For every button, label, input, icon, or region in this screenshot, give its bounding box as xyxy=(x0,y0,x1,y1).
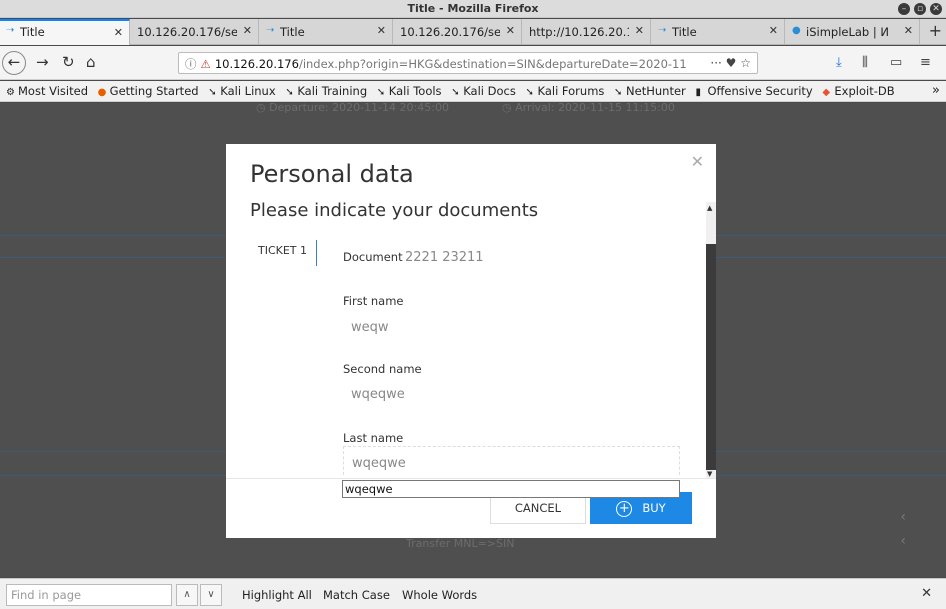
bookmark-kali-training[interactable]: ➘ Kali Training xyxy=(285,84,367,98)
bookmark-exploit-db[interactable]: ◆ Exploit-DB xyxy=(822,84,894,98)
kali-icon: ➘ xyxy=(451,87,460,98)
firefox-icon: ● xyxy=(97,87,107,98)
tab-close-icon[interactable]: ✕ xyxy=(114,26,123,39)
close-icon[interactable]: ✕ xyxy=(691,152,704,171)
back-button[interactable]: ← xyxy=(2,51,26,75)
scroll-down-icon[interactable]: ▼ xyxy=(707,470,712,478)
first-name-field[interactable]: weqw xyxy=(351,320,389,335)
new-tab-button[interactable]: + xyxy=(929,21,942,40)
document-field[interactable]: 2221 23211 xyxy=(405,250,484,265)
tab-server-1[interactable]: 10.126.20.176/ser ✕ xyxy=(131,19,259,45)
kali-tab-icon: ➝ xyxy=(6,25,15,36)
bookmark-kali-linux[interactable]: ➘ Kali Linux xyxy=(208,84,275,98)
scroll-up-icon[interactable]: ▲ xyxy=(707,204,712,212)
last-name-field[interactable]: wqeqwe xyxy=(343,446,680,477)
divider xyxy=(226,478,716,479)
bookmarks-toolbar: ⚙ Most Visited ● Getting Started ➘ Kali Lin… xyxy=(0,81,946,102)
close-find-icon[interactable]: ✕ xyxy=(921,586,932,601)
tab-isimplelab[interactable]: ● iSimpleLab | И ✕ xyxy=(786,19,920,45)
close-window-button[interactable]: ✕ xyxy=(930,3,942,15)
tab-close-icon[interactable]: ✕ xyxy=(904,24,913,37)
last-name-label: Last name xyxy=(343,431,404,445)
departure-text: ◷ Departure: 2020-11-14 20:45:00 xyxy=(256,103,449,114)
menu-icon[interactable]: ≡ xyxy=(920,55,931,70)
tab-close-icon[interactable]: ✕ xyxy=(769,24,778,37)
chevron-left-icon[interactable]: ‹ xyxy=(900,509,906,525)
minimize-button[interactable]: – xyxy=(898,3,910,15)
bookmark-kali-forums[interactable]: ➘ Kali Forums xyxy=(526,84,605,98)
highlight-all-option[interactable]: Highlight All xyxy=(242,588,312,602)
kali-tab-icon: ➝ xyxy=(266,25,275,36)
autocomplete-suggestion[interactable]: wqeqwe xyxy=(342,480,680,498)
bookmark-nethunter[interactable]: ➘ NetHunter xyxy=(614,84,686,98)
tab-strip: ➝ Title ✕ 10.126.20.176/ser ✕ ➝ Title ✕ 10… xyxy=(0,19,946,45)
library-icon[interactable]: ⫼ xyxy=(862,55,868,70)
kali-icon: ➘ xyxy=(285,87,294,98)
forward-button[interactable]: → xyxy=(36,53,49,71)
page-actions[interactable]: ··· ♥ ☆ xyxy=(710,56,751,70)
modal-title: Personal data xyxy=(250,160,414,188)
match-case-option[interactable]: Match Case xyxy=(323,588,390,602)
first-name-label: First name xyxy=(343,294,404,308)
gear-icon: ⚙ xyxy=(6,87,15,98)
tab-close-icon[interactable]: ✕ xyxy=(243,24,252,37)
sidebar-icon[interactable]: ▭ xyxy=(890,55,902,70)
home-button[interactable]: ⌂ xyxy=(86,53,96,71)
chevron-left-icon[interactable]: ‹ xyxy=(900,533,906,549)
find-previous-button[interactable]: ∧ xyxy=(176,584,198,606)
document-label: Document xyxy=(343,250,403,264)
kali-icon: ➘ xyxy=(614,87,623,98)
bookmark-offensive-security[interactable]: ▮ Offensive Security xyxy=(695,84,812,98)
modal-scrollbar[interactable]: ▲ ▼ xyxy=(706,202,716,478)
modal-body: Please indicate your documents TICKET 1 … xyxy=(226,202,706,477)
tab-title-2[interactable]: ➝ Title ✕ xyxy=(260,19,393,45)
documents-heading: Please indicate your documents xyxy=(250,202,539,221)
second-name-label: Second name xyxy=(343,362,422,376)
tab-ticket-1[interactable]: TICKET 1 xyxy=(258,244,307,257)
reload-button[interactable]: ↻ xyxy=(62,53,75,71)
find-input[interactable]: Find in page xyxy=(6,584,172,606)
tab-close-icon[interactable]: ✕ xyxy=(635,24,644,37)
kali-icon: ➘ xyxy=(376,87,386,98)
window-title: Title - Mozilla Firefox xyxy=(407,2,539,15)
transfer-text: Transfer MNL=>SIN xyxy=(406,537,515,550)
arrival-text: ◷ Arrival: 2020-11-15 11:15:00 xyxy=(502,103,675,114)
info-icon: ● xyxy=(792,25,801,36)
find-next-button[interactable]: ∨ xyxy=(200,584,222,606)
second-name-field[interactable]: wqeqwe xyxy=(351,387,405,402)
offsec-icon: ▮ xyxy=(695,87,701,98)
bookmark-kali-docs[interactable]: ➘ Kali Docs xyxy=(451,84,516,98)
scrollbar-thumb[interactable] xyxy=(706,244,716,470)
maximize-button[interactable]: ▫ xyxy=(914,3,926,15)
info-icon[interactable]: ⓘ xyxy=(185,57,197,71)
bookmark-most-visited[interactable]: ⚙ Most Visited xyxy=(6,84,88,98)
bookmark-getting-started[interactable]: ● Getting Started xyxy=(98,84,199,98)
find-bar: Find in page ∧ ∨ Highlight All Match Cas… xyxy=(0,578,946,609)
kali-icon: ➘ xyxy=(208,87,217,98)
exploitdb-icon: ◆ xyxy=(822,87,831,98)
tab-title-1[interactable]: ➝ Title ✕ xyxy=(0,19,130,45)
url-bar[interactable]: ⓘ ⚠ 10.126.20.176/index.php?origin=HKG&des… xyxy=(178,52,758,74)
bookmark-kali-tools[interactable]: ➘ Kali Tools xyxy=(377,84,442,98)
whole-words-option[interactable]: Whole Words xyxy=(402,588,477,602)
plus-circle-icon: + xyxy=(616,500,633,517)
tab-title-3[interactable]: ➝ Title ✕ xyxy=(652,19,785,45)
window-titlebar: Title - Mozilla Firefox – ▫ ✕ xyxy=(0,0,946,18)
download-icon[interactable]: ⤓ xyxy=(836,55,842,70)
kali-tab-icon: ➝ xyxy=(658,25,667,36)
tab-server-2[interactable]: 10.126.20.176/ser ✕ xyxy=(394,19,522,45)
tab-http[interactable]: http://10.126.20.1 ✕ xyxy=(523,19,651,45)
kali-icon: ➘ xyxy=(525,87,534,98)
chevron-right-icon[interactable]: » xyxy=(932,83,940,98)
personal-data-modal: ✕ Personal data Please indicate your doc… xyxy=(226,144,716,538)
insecure-lock-icon: ⚠ xyxy=(200,57,211,71)
tab-close-icon[interactable]: ✕ xyxy=(506,24,515,37)
nav-bar: ← → ↻ ⌂ ⓘ ⚠ 10.126.20.176/index.php?origin… xyxy=(0,46,946,80)
tab-indicator xyxy=(316,240,317,266)
tab-close-icon[interactable]: ✕ xyxy=(377,24,386,37)
